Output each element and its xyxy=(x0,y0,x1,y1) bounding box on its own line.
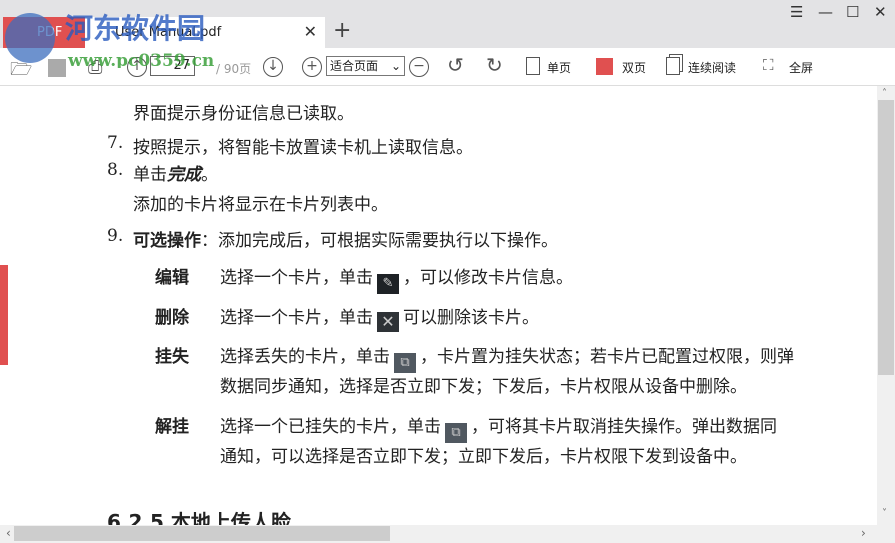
list-number: 7. xyxy=(107,133,124,153)
app-tab-label: PDF xyxy=(37,25,63,40)
text-line: 单击完成。 xyxy=(133,160,218,185)
horizontal-scroll-thumb[interactable] xyxy=(14,526,390,541)
maximize-button[interactable]: ☐ xyxy=(846,3,859,21)
text-line: 选择一个卡片，单击 ✎ ，可以修改卡片信息。 xyxy=(220,263,573,294)
zoom-select-value: 适合页面 xyxy=(330,59,379,73)
text: 。 xyxy=(201,165,218,185)
text-line: 通知，可以选择是否立即下发；立即下发后，卡片权限下发到设备中。 xyxy=(220,447,747,467)
continuous-read-icon[interactable] xyxy=(666,57,680,75)
text-line: 选择一个卡片，单击 ✕ 可以删除该卡片。 xyxy=(220,303,539,332)
text-line: 选择丢失的卡片，单击 ⧉ ，卡片置为挂失状态；若卡片已配置过权限，则弹 xyxy=(220,342,794,373)
text: ，卡片置为挂失状态；若卡片已配置过权限，则弹 xyxy=(420,347,794,367)
rotate-left-icon[interactable]: ↺ xyxy=(447,53,464,77)
document-tab-label: User Manual.pdf xyxy=(115,25,222,40)
page-total: / 90页 xyxy=(216,62,252,76)
report-loss-icon: ⧉ xyxy=(394,353,416,373)
single-page-button[interactable]: 单页 xyxy=(547,59,571,76)
scroll-left-icon[interactable]: ‹ xyxy=(6,526,11,540)
text: 可以删除该卡片。 xyxy=(403,308,539,328)
op-label-report-loss: 挂失 xyxy=(155,347,189,367)
side-panel-toggle[interactable] xyxy=(0,265,8,365)
horizontal-scrollbar[interactable]: ‹ › xyxy=(0,525,895,543)
title-bar: PDF User Manual.pdf ✕ + ☰ — ☐ ✕ xyxy=(0,0,895,48)
new-tab-button[interactable]: + xyxy=(333,18,351,43)
section-heading: 6.2.5 本地上传人脸 xyxy=(107,510,291,525)
fullscreen-button[interactable]: 全屏 xyxy=(789,59,813,76)
op-label-delete: 删除 xyxy=(155,308,189,328)
op-label-cancel-loss: 解挂 xyxy=(155,417,189,437)
list-number: 8. xyxy=(107,160,124,180)
text-line: 添加的卡片将显示在卡片列表中。 xyxy=(133,195,388,215)
scroll-up-icon[interactable]: ˄ xyxy=(882,88,887,99)
list-number: 9. xyxy=(107,226,124,246)
text-line: 按照提示，将智能卡放置读卡机上读取信息。 xyxy=(133,138,473,158)
page-number-input[interactable]: 27 xyxy=(150,56,195,76)
delete-icon: ✕ xyxy=(377,312,399,332)
vertical-scroll-thumb[interactable] xyxy=(878,100,894,375)
toolbar: 🗁 ⎙ ↑ 27 / 90页 ↓ + 适合页面 ⌄ − ↺ ↻ 单页 双页 连续阅… xyxy=(0,48,895,86)
open-folder-icon[interactable]: 🗁 xyxy=(10,57,32,87)
text-line: 可选操作：添加完成后，可根据实际需要执行以下操作。 xyxy=(133,226,558,251)
emphasis: 完成 xyxy=(167,165,201,185)
double-page-button[interactable]: 双页 xyxy=(622,59,646,76)
bold-text: 可选操作 xyxy=(133,231,201,251)
text: 选择一个卡片，单击 xyxy=(220,308,373,328)
single-page-icon[interactable] xyxy=(526,57,540,75)
text: 选择一个卡片，单击 xyxy=(220,268,373,288)
text-line: 数据同步通知，选择是否立即下发；下发后，卡片权限从设备中删除。 xyxy=(220,377,747,397)
document-tab[interactable]: User Manual.pdf ✕ xyxy=(85,17,325,48)
close-tab-icon[interactable]: ✕ xyxy=(304,22,317,41)
minimize-button[interactable]: — xyxy=(818,3,833,21)
vertical-scrollbar[interactable]: ˄ ˅ xyxy=(877,86,895,525)
menu-icon[interactable]: ☰ xyxy=(790,3,803,21)
continuous-read-button[interactable]: 连续阅读 xyxy=(688,59,736,76)
next-page-icon[interactable]: ↓ xyxy=(263,57,283,77)
zoom-out-icon[interactable]: − xyxy=(409,57,429,77)
app-tab[interactable]: PDF xyxy=(3,17,85,48)
save-icon[interactable] xyxy=(48,59,66,77)
text: ：添加完成后，可根据实际需要执行以下操作。 xyxy=(201,231,558,251)
text-line: 选择一个已挂失的卡片，单击 ⧉ ，可将其卡片取消挂失操作。弹出数据同 xyxy=(220,412,777,443)
previous-page-icon[interactable]: ↑ xyxy=(127,57,147,77)
document-page: 界面提示身份证信息已读取。 7. 按照提示，将智能卡放置读卡机上读取信息。 8.… xyxy=(0,86,877,525)
text: 选择丢失的卡片，单击 xyxy=(220,347,390,367)
rotate-right-icon[interactable]: ↻ xyxy=(486,53,503,77)
scroll-down-icon[interactable]: ˅ xyxy=(882,508,887,519)
scroll-right-icon[interactable]: › xyxy=(861,526,866,540)
text: 单击 xyxy=(133,165,167,185)
text: ，可将其卡片取消挂失操作。弹出数据同 xyxy=(471,417,777,437)
print-icon[interactable]: ⎙ xyxy=(88,57,102,78)
text: ，可以修改卡片信息。 xyxy=(403,268,573,288)
zoom-select[interactable]: 适合页面 ⌄ xyxy=(326,56,405,76)
op-label-edit: 编辑 xyxy=(155,268,189,288)
chevron-down-icon: ⌄ xyxy=(390,59,401,73)
edit-icon: ✎ xyxy=(377,274,399,294)
fullscreen-icon[interactable]: ⛶ xyxy=(763,56,774,74)
double-page-icon[interactable] xyxy=(596,58,613,75)
cancel-loss-icon: ⧉ xyxy=(445,423,467,443)
close-window-button[interactable]: ✕ xyxy=(874,3,887,21)
text: 选择一个已挂失的卡片，单击 xyxy=(220,417,441,437)
zoom-in-icon[interactable]: + xyxy=(302,57,322,77)
text-line: 界面提示身份证信息已读取。 xyxy=(133,104,354,124)
